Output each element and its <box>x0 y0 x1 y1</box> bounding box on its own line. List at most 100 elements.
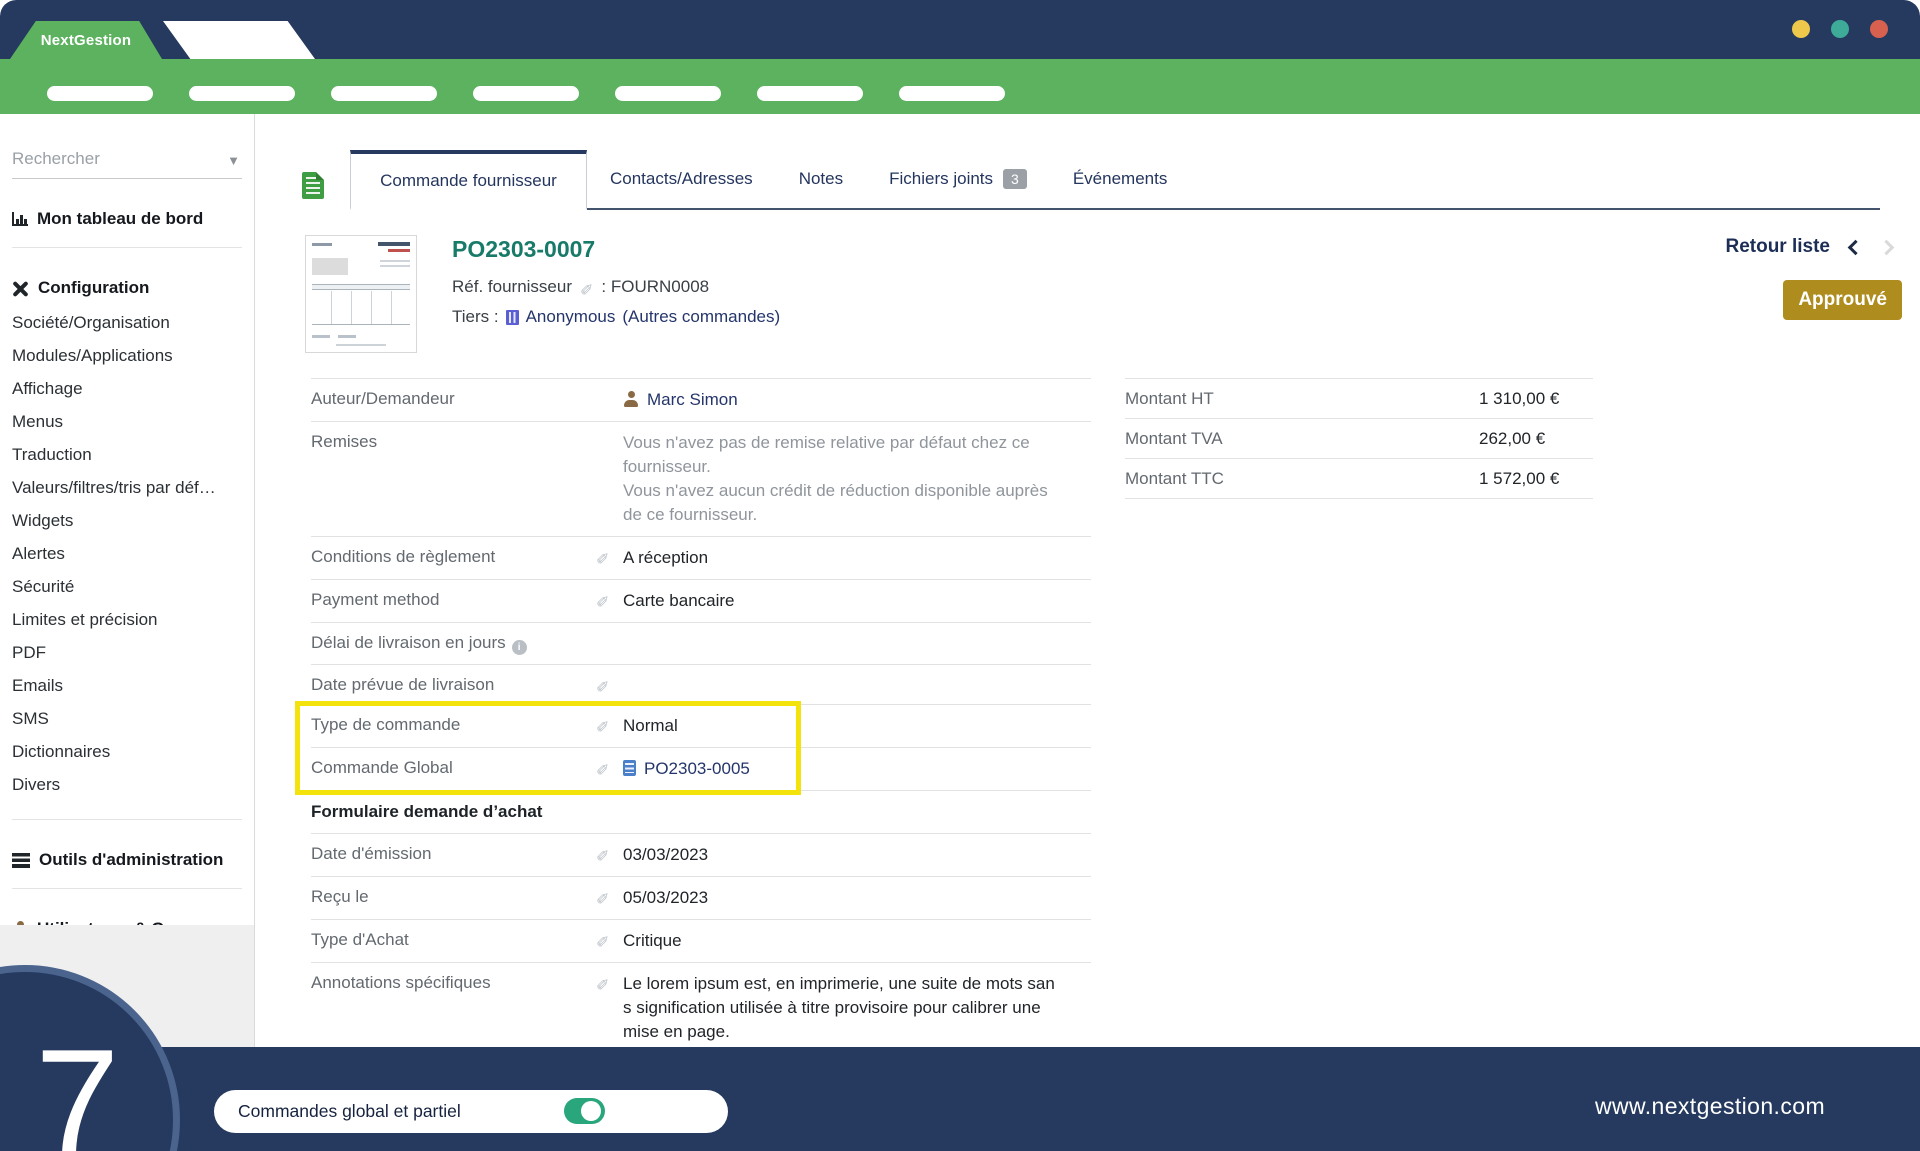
row-label: Type d'Achat <box>311 929 596 950</box>
third-party-label: Tiers : <box>452 307 499 327</box>
edit-pencil-icon[interactable] <box>580 279 593 295</box>
amount-row: Montant HT1 310,00 € <box>1125 379 1593 419</box>
row-label-text: Annotations spécifiques <box>311 973 491 992</box>
tab-commande-fournisseur[interactable]: Commande fournisseur <box>350 150 587 210</box>
edit-pencil-icon[interactable] <box>596 716 609 732</box>
edit-pencil-icon[interactable] <box>596 888 609 904</box>
row-edit-slot <box>596 589 623 608</box>
sidebar-item-admin-tools[interactable]: Outils d'administration <box>12 850 242 870</box>
document-thumbnail[interactable] <box>305 235 417 353</box>
tab-notes[interactable]: Notes <box>776 150 866 208</box>
chevron-down-icon[interactable]: ▼ <box>227 153 240 168</box>
supplier-ref-value: : FOURN0008 <box>601 277 709 297</box>
row-value: 03/03/2023 <box>623 843 1091 867</box>
edit-pencil-icon[interactable] <box>596 931 609 947</box>
row-label-text: Conditions de règlement <box>311 547 495 566</box>
row-label-text: Remises <box>311 432 377 451</box>
menu-item-placeholder[interactable] <box>473 86 579 101</box>
chevron-right-icon[interactable] <box>1879 239 1895 255</box>
order-file-icon[interactable] <box>302 172 324 199</box>
tab--v-nements[interactable]: Événements <box>1050 150 1191 208</box>
main-content: Commande fournisseur Contacts/Adresses Not… <box>256 114 1920 1047</box>
row-value: Normal <box>623 714 1091 738</box>
other-orders-link[interactable]: (Autres commandes) <box>622 307 780 327</box>
row-value-text: Critique <box>623 929 682 953</box>
sidebar-item[interactable]: Widgets <box>12 504 242 537</box>
row-value-text[interactable]: Marc Simon <box>647 388 738 412</box>
row-value-text: Carte bancaire <box>623 589 735 613</box>
search-input[interactable] <box>12 145 212 173</box>
sidebar-item[interactable]: Limites et précision <box>12 603 242 636</box>
info-icon[interactable]: i <box>512 640 527 655</box>
window-button-teal-icon[interactable] <box>1831 20 1849 38</box>
sidebar-item[interactable]: PDF <box>12 636 242 669</box>
tab-label: Notes <box>799 169 843 189</box>
divider <box>12 819 242 820</box>
toggle-switch[interactable] <box>564 1098 605 1124</box>
edit-pencil-icon[interactable] <box>596 974 609 990</box>
sidebar-item[interactable]: Divers <box>12 768 242 801</box>
row-value: Le lorem ipsum est, en imprimerie, une s… <box>623 972 1091 1044</box>
sidebar-item[interactable]: Emails <box>12 669 242 702</box>
divider <box>12 247 242 248</box>
tab-label: Contacts/Adresses <box>610 169 753 189</box>
table-row: Délai de livraison en jours i <box>311 623 1091 665</box>
sidebar-item[interactable]: Menus <box>12 405 242 438</box>
row-value: Marc Simon <box>623 388 1091 412</box>
table-row: Annotations spécifiques Le lorem ipsum es… <box>311 963 1091 1054</box>
window-button-red-icon[interactable] <box>1870 20 1888 38</box>
edit-pencil-icon[interactable] <box>596 548 609 564</box>
row-label-text: Auteur/Demandeur <box>311 389 455 408</box>
row-edit-slot <box>596 431 623 432</box>
sidebar-item[interactable]: Sécurité <box>12 570 242 603</box>
third-party-link[interactable]: Anonymous <box>526 307 616 327</box>
menu-item-placeholder[interactable] <box>189 86 295 101</box>
table-row: Reçu le05/03/2023 <box>311 877 1091 920</box>
row-value-text: 05/03/2023 <box>623 886 708 910</box>
secondary-tab[interactable] <box>163 21 315 59</box>
row-label-text: Payment method <box>311 590 440 609</box>
sidebar-item[interactable]: SMS <box>12 702 242 735</box>
menu-item-placeholder[interactable] <box>757 86 863 101</box>
back-to-list-link[interactable]: Retour liste <box>1725 236 1830 258</box>
menu-item-placeholder[interactable] <box>899 86 1005 101</box>
table-row: Date prévue de livraison <box>311 665 1091 705</box>
chevron-left-icon[interactable] <box>1848 239 1864 255</box>
section-header-row: Formulaire demande d’achat <box>311 791 1091 834</box>
table-row: Conditions de règlement A réception <box>311 537 1091 580</box>
brand-tab[interactable]: NextGestion <box>10 21 162 59</box>
footer-bar: Commandes global et partiel www.nextgest… <box>0 1047 1920 1151</box>
dashboard-icon <box>12 212 28 226</box>
row-label-text: Délai de livraison en jours <box>311 633 506 652</box>
row-value-text[interactable]: PO2303-0005 <box>644 757 750 781</box>
amount-value: 1 310,00 € <box>1479 389 1593 409</box>
sidebar: ▼ Mon tableau de bord Configuration Soci… <box>0 114 255 1047</box>
sidebar-item[interactable]: Traduction <box>12 438 242 471</box>
sidebar-item-dashboard[interactable]: Mon tableau de bord <box>12 209 242 229</box>
tab-contacts-adresses[interactable]: Contacts/Adresses <box>587 150 776 208</box>
sidebar-item[interactable]: Dictionnaires <box>12 735 242 768</box>
sidebar-item-configuration[interactable]: Configuration <box>12 278 242 298</box>
order-details-table: Auteur/DemandeurMarc SimonRemisesVous n'… <box>311 378 1091 1054</box>
row-value-text: 03/03/2023 <box>623 843 708 867</box>
step-number: 7 <box>35 1027 120 1151</box>
edit-pencil-icon[interactable] <box>596 759 609 775</box>
menu-item-placeholder[interactable] <box>331 86 437 101</box>
menu-item-placeholder[interactable] <box>615 86 721 101</box>
sidebar-item[interactable]: Alertes <box>12 537 242 570</box>
edit-pencil-icon[interactable] <box>596 845 609 861</box>
edit-pencil-icon[interactable] <box>596 676 609 692</box>
menu-item-placeholder[interactable] <box>47 86 153 101</box>
tab-fichiers-joints[interactable]: Fichiers joints3 <box>866 150 1050 208</box>
row-label: Annotations spécifiques <box>311 972 596 993</box>
window-button-yellow-icon[interactable] <box>1792 20 1810 38</box>
sidebar-item[interactable]: Société/Organisation <box>12 306 242 339</box>
tab-label: Fichiers joints <box>889 169 993 189</box>
row-edit-slot <box>596 674 623 693</box>
edit-pencil-icon[interactable] <box>596 591 609 607</box>
sidebar-item[interactable]: Affichage <box>12 372 242 405</box>
sidebar-item[interactable]: Modules/Applications <box>12 339 242 372</box>
sidebar-item[interactable]: Valeurs/filtres/tris par déf… <box>12 471 242 504</box>
row-value-text: A réception <box>623 546 708 570</box>
table-row: Auteur/Demandeur Marc Simon <box>311 379 1091 422</box>
